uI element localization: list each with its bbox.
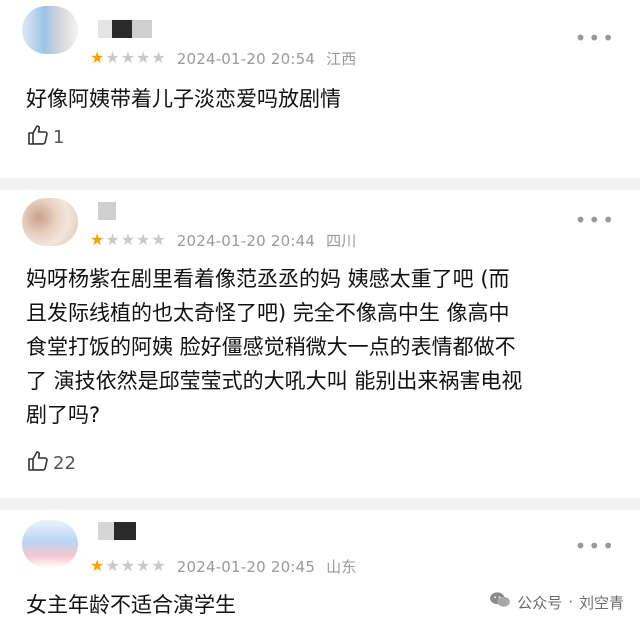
more-icon[interactable]: ••• — [575, 208, 616, 232]
comment-location: 四川 — [326, 231, 357, 250]
separator — [0, 498, 640, 510]
like-count: 22 — [53, 452, 76, 474]
comment-date: 2024-01-20 20:44 — [176, 231, 316, 250]
comment-line: 妈呀杨紫在剧里看着像范丞丞的妈 姨感太重了吧 (而 — [26, 267, 510, 291]
star-rating: ★★★★★ — [90, 50, 167, 66]
separator — [0, 178, 640, 190]
rating-row: ★★★★★ 2024-01-20 20:54 江西 — [90, 48, 356, 68]
star-empty-icon: ★ — [136, 230, 152, 249]
star-empty-icon: ★ — [151, 48, 167, 67]
comment-line: 食堂打饭的阿姨 脸好僵感觉稍微大一点的表情都做不 — [26, 335, 516, 359]
watermark-author: 刘空青 — [578, 593, 624, 612]
avatar[interactable] — [22, 520, 78, 568]
star-empty-icon: ★ — [151, 556, 167, 575]
star-empty-icon: ★ — [105, 230, 121, 249]
username-redacted[interactable] — [98, 20, 152, 38]
comment-text: 妈呀杨紫在剧里看着像范丞丞的妈 姨感太重了吧 (而 且发际线植的也太奇怪了吧) … — [26, 262, 616, 432]
star-empty-icon: ★ — [105, 48, 121, 67]
watermark: 公众号 · 刘空青 — [489, 591, 624, 613]
star-empty-icon: ★ — [120, 230, 137, 249]
comment-card: ★★★★★ 2024-01-20 20:54 江西 ••• 好像阿姨带着儿子淡恋… — [0, 0, 640, 178]
username-redacted[interactable] — [98, 522, 136, 540]
star-empty-icon: ★ — [151, 230, 167, 249]
star-filled-icon: ★ — [90, 48, 106, 67]
star-rating: ★★★★★ — [90, 232, 167, 248]
star-empty-icon: ★ — [105, 556, 121, 575]
comment-text: 好像阿姨带着儿子淡恋爱吗放剧情 — [26, 82, 616, 116]
comment-date: 2024-01-20 20:45 — [176, 557, 316, 576]
rating-row: ★★★★★ 2024-01-20 20:45 山东 — [90, 556, 356, 576]
star-rating: ★★★★★ — [90, 558, 167, 574]
avatar[interactable] — [22, 6, 78, 54]
star-empty-icon: ★ — [120, 48, 137, 67]
like-count: 1 — [53, 126, 65, 148]
star-empty-icon: ★ — [136, 48, 152, 67]
star-empty-icon: ★ — [136, 556, 152, 575]
rating-row: ★★★★★ 2024-01-20 20:44 四川 — [90, 230, 356, 250]
comment-line: 剧了吗? — [26, 403, 101, 427]
username-redacted[interactable] — [98, 202, 116, 220]
comment-location: 江西 — [326, 49, 357, 68]
like-button[interactable]: 1 — [26, 123, 64, 151]
more-icon[interactable]: ••• — [575, 26, 616, 50]
thumbs-up-icon — [26, 123, 50, 151]
thumbs-up-icon — [26, 449, 50, 477]
comment-date: 2024-01-20 20:54 — [176, 49, 316, 68]
like-button[interactable]: 22 — [26, 449, 76, 477]
star-filled-icon: ★ — [90, 230, 106, 249]
wechat-icon — [489, 591, 517, 613]
comment-line: 且发际线植的也太奇怪了吧) 完全不像高中生 像高中 — [26, 301, 510, 325]
comment-location: 山东 — [326, 557, 357, 576]
comment-line: 了 演技依然是邱莹莹式的大吼大叫 能别出来祸害电视 — [26, 369, 523, 393]
star-empty-icon: ★ — [120, 556, 137, 575]
watermark-brand: 公众号 — [517, 593, 563, 612]
avatar[interactable] — [22, 198, 78, 246]
star-filled-icon: ★ — [90, 556, 106, 575]
comment-line: 好像阿姨带着儿子淡恋爱吗放剧情 — [26, 87, 341, 111]
more-icon[interactable]: ••• — [575, 534, 616, 558]
comment-card: ★★★★★ 2024-01-20 20:44 四川 ••• 妈呀杨紫在剧里看着像… — [0, 190, 640, 498]
